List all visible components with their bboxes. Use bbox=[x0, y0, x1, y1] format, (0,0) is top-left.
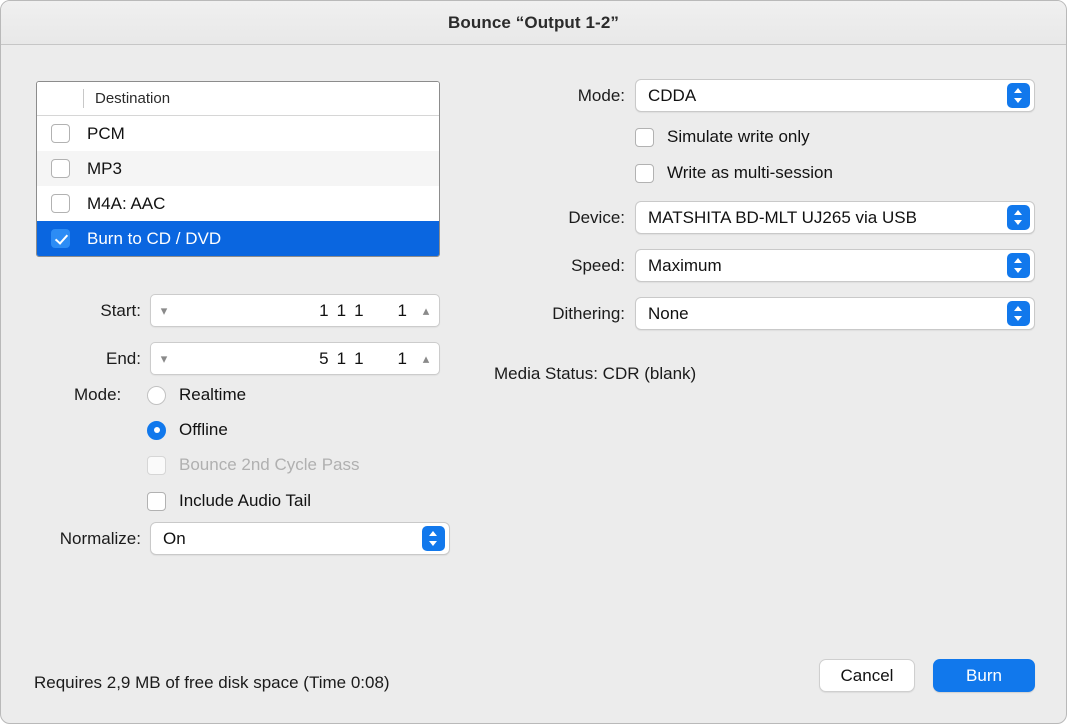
label-simulate-write-only: Simulate write only bbox=[667, 127, 810, 147]
end-division: 1 bbox=[350, 349, 367, 369]
option-simulate-write-only[interactable]: Simulate write only bbox=[635, 127, 810, 147]
end-decrement-icon[interactable]: ▾ bbox=[151, 352, 177, 365]
burn-mode-label: Mode: bbox=[491, 86, 625, 106]
radio-offline[interactable] bbox=[147, 421, 166, 440]
dialog-titlebar: Bounce “Output 1-2” bbox=[1, 1, 1066, 45]
burn-mode-select[interactable]: CDDA bbox=[635, 79, 1035, 112]
start-increment-icon[interactable]: ▴ bbox=[413, 304, 439, 317]
option-write-as-multi-session[interactable]: Write as multi-session bbox=[635, 163, 833, 183]
dithering-value: None bbox=[648, 304, 1007, 324]
start-decrement-icon[interactable]: ▾ bbox=[151, 304, 177, 317]
destination-checkbox-pcm[interactable] bbox=[51, 124, 70, 143]
dialog-title: Bounce “Output 1-2” bbox=[448, 13, 619, 33]
label-include-audio-tail: Include Audio Tail bbox=[179, 491, 311, 511]
mode-option-offline[interactable]: Offline bbox=[147, 420, 228, 440]
burn-mode-row: Mode: CDDA bbox=[491, 79, 1035, 112]
bounce-mode-label: Mode: bbox=[74, 385, 121, 405]
speed-label: Speed: bbox=[491, 256, 625, 276]
disk-space-status: Requires 2,9 MB of free disk space (Time… bbox=[34, 673, 390, 693]
radio-realtime[interactable] bbox=[147, 386, 166, 405]
destination-list[interactable]: Destination PCM MP3 M4A: AAC Burn to CD … bbox=[36, 81, 440, 257]
chevron-up-down-icon[interactable] bbox=[1007, 83, 1030, 108]
normalize-value: On bbox=[163, 529, 422, 549]
normalize-label: Normalize: bbox=[34, 529, 141, 549]
destination-list-header: Destination bbox=[37, 82, 439, 116]
burn-mode-value: CDDA bbox=[648, 86, 1007, 106]
end-bar: 5 bbox=[315, 349, 332, 369]
chevron-up-down-icon[interactable] bbox=[1007, 301, 1030, 326]
start-beat: 1 bbox=[333, 301, 350, 321]
label-bounce-2nd-cycle-pass: Bounce 2nd Cycle Pass bbox=[179, 455, 360, 475]
checkbox-write-as-multi-session[interactable] bbox=[635, 164, 654, 183]
destination-checkbox-burn-to-cd-dvd[interactable] bbox=[51, 229, 70, 248]
destination-label-m4a-aac: M4A: AAC bbox=[87, 194, 165, 214]
device-label: Device: bbox=[491, 208, 625, 228]
chevron-up-down-icon[interactable] bbox=[422, 526, 445, 551]
start-bar: 1 bbox=[315, 301, 332, 321]
destination-checkbox-mp3[interactable] bbox=[51, 159, 70, 178]
normalize-select[interactable]: On bbox=[150, 522, 450, 555]
destination-label-pcm: PCM bbox=[87, 124, 125, 144]
option-bounce-2nd-cycle-pass: Bounce 2nd Cycle Pass bbox=[147, 455, 360, 475]
option-include-audio-tail[interactable]: Include Audio Tail bbox=[147, 491, 311, 511]
dithering-label: Dithering: bbox=[491, 304, 625, 324]
mode-label-realtime: Realtime bbox=[179, 385, 246, 405]
checkbox-bounce-2nd-cycle-pass bbox=[147, 456, 166, 475]
chevron-up-down-icon[interactable] bbox=[1007, 253, 1030, 278]
end-ticks: 1 bbox=[394, 349, 411, 369]
start-division: 1 bbox=[350, 301, 367, 321]
start-time-field[interactable]: ▾ 1 1 1 1 ▴ bbox=[150, 294, 440, 327]
destination-row-burn-to-cd-dvd[interactable]: Burn to CD / DVD bbox=[37, 221, 439, 256]
speed-select[interactable]: Maximum bbox=[635, 249, 1035, 282]
dithering-select[interactable]: None bbox=[635, 297, 1035, 330]
media-status-text: Media Status: CDR (blank) bbox=[494, 364, 696, 384]
cancel-button[interactable]: Cancel bbox=[819, 659, 915, 692]
destination-row-pcm[interactable]: PCM bbox=[37, 116, 439, 151]
speed-row: Speed: Maximum bbox=[491, 249, 1035, 282]
dithering-row: Dithering: None bbox=[491, 297, 1035, 330]
start-label: Start: bbox=[36, 301, 141, 321]
destination-label-burn-to-cd-dvd: Burn to CD / DVD bbox=[87, 229, 221, 249]
label-write-as-multi-session: Write as multi-session bbox=[667, 163, 833, 183]
mode-label-offline: Offline bbox=[179, 420, 228, 440]
mode-option-realtime[interactable]: Realtime bbox=[147, 385, 246, 405]
chevron-up-down-icon[interactable] bbox=[1007, 205, 1030, 230]
bounce-dialog: Bounce “Output 1-2” Destination PCM MP3 … bbox=[0, 0, 1067, 724]
end-label: End: bbox=[36, 349, 141, 369]
normalize-row: Normalize: On bbox=[34, 522, 450, 555]
destination-label-mp3: MP3 bbox=[87, 159, 122, 179]
speed-value: Maximum bbox=[648, 256, 1007, 276]
destination-row-m4a-aac[interactable]: M4A: AAC bbox=[37, 186, 439, 221]
checkbox-include-audio-tail[interactable] bbox=[147, 492, 166, 511]
destination-row-mp3[interactable]: MP3 bbox=[37, 151, 439, 186]
header-divider bbox=[83, 89, 84, 108]
device-row: Device: MATSHITA BD-MLT UJ265 via USB bbox=[491, 201, 1035, 234]
end-increment-icon[interactable]: ▴ bbox=[413, 352, 439, 365]
start-position-value[interactable]: 1 1 1 1 bbox=[177, 301, 413, 321]
device-select[interactable]: MATSHITA BD-MLT UJ265 via USB bbox=[635, 201, 1035, 234]
burn-button[interactable]: Burn bbox=[933, 659, 1035, 692]
start-row: Start: ▾ 1 1 1 1 ▴ bbox=[36, 294, 440, 327]
destination-checkbox-m4a-aac[interactable] bbox=[51, 194, 70, 213]
end-beat: 1 bbox=[333, 349, 350, 369]
end-position-value[interactable]: 5 1 1 1 bbox=[177, 349, 413, 369]
device-value: MATSHITA BD-MLT UJ265 via USB bbox=[648, 208, 1007, 228]
start-ticks: 1 bbox=[394, 301, 411, 321]
destination-column-header: Destination bbox=[95, 90, 170, 107]
end-row: End: ▾ 5 1 1 1 ▴ bbox=[36, 342, 440, 375]
checkbox-simulate-write-only[interactable] bbox=[635, 128, 654, 147]
end-time-field[interactable]: ▾ 5 1 1 1 ▴ bbox=[150, 342, 440, 375]
